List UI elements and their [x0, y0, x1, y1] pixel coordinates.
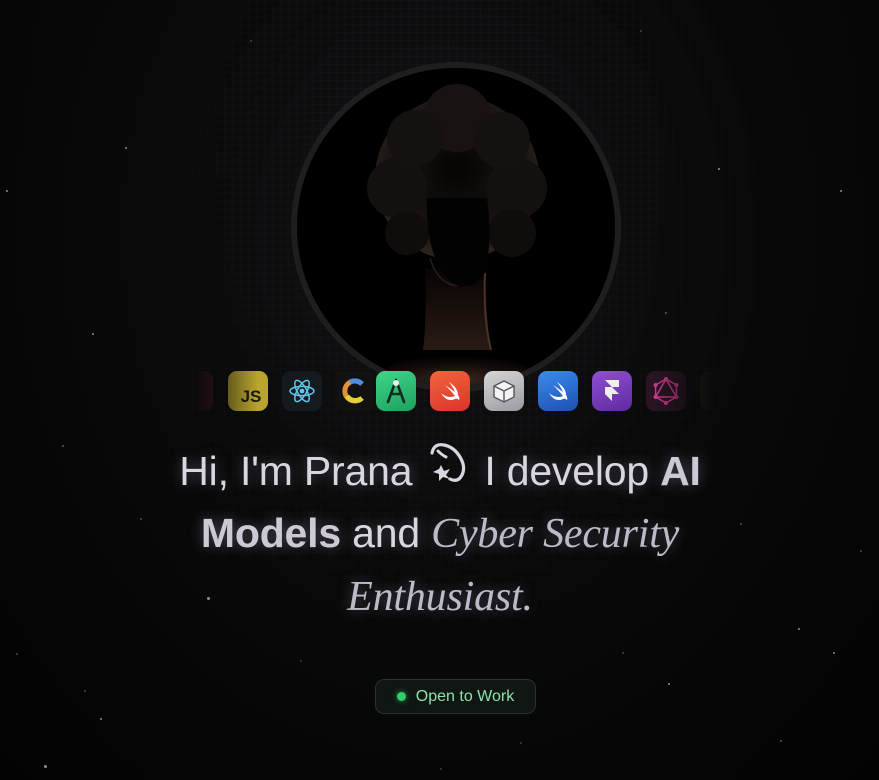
javascript-icon: JS [228, 371, 268, 411]
android-studio-icon [376, 371, 416, 411]
hero-headline: Hi, I'm Prana I develop AI Models and Cy… [150, 440, 730, 628]
and-text: and [352, 510, 420, 556]
react-icon [282, 371, 322, 411]
status-label: Open to Work [415, 687, 515, 705]
swiftui-icon [538, 371, 578, 411]
tech-stack-carousel: JS [173, 371, 740, 413]
period-text: . [522, 574, 534, 620]
silhouette-portrait-image [297, 68, 615, 386]
status-dot-icon [396, 692, 406, 701]
models-text: Models [200, 510, 341, 556]
c-language-icon [335, 371, 375, 411]
framer-icon [592, 371, 632, 411]
javascript-label: JS [240, 387, 262, 406]
open-to-work-button[interactable]: Open to Work [375, 679, 536, 714]
profile-avatar [291, 62, 621, 392]
develop-text: I develop [484, 448, 649, 494]
swift-icon [430, 371, 470, 411]
greeting-text: Hi, I'm Prana [179, 448, 413, 494]
cyber-security-text: Cyber Security [431, 511, 680, 557]
box-icon [484, 371, 524, 411]
graphql-icon [646, 371, 686, 411]
ai-text: AI [660, 448, 701, 494]
hand-wave-icon [424, 439, 472, 502]
enthusiast-text: Enthusiast [347, 574, 523, 620]
